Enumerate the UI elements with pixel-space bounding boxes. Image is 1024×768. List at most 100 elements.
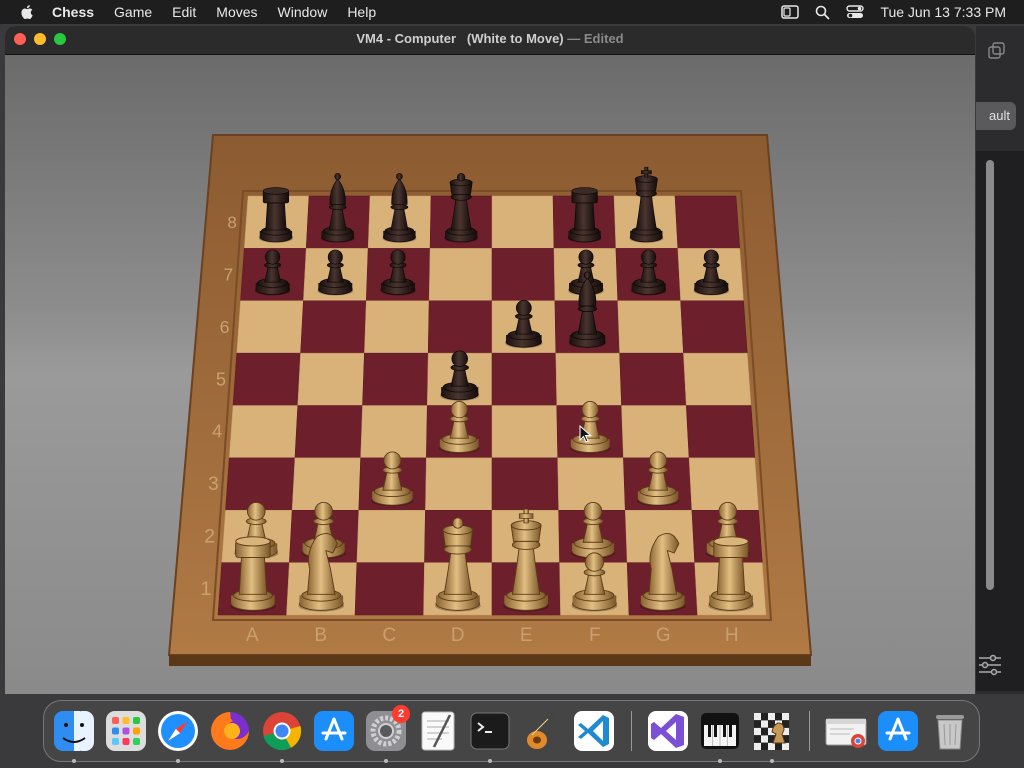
- square-h3[interactable]: [688, 457, 759, 511]
- apple-logo-icon[interactable]: [18, 3, 36, 21]
- window-edited-label: Edited: [583, 31, 624, 46]
- finder-icon[interactable]: [52, 709, 96, 763]
- running-indicator: [384, 759, 388, 763]
- file-label: E: [520, 625, 533, 646]
- square-h4[interactable]: [685, 405, 756, 459]
- menu-bar: Chess Game Edit Moves Window Help Tue Ju…: [0, 0, 1024, 24]
- terminal-icon[interactable]: [468, 709, 512, 763]
- control-center-icon[interactable]: [846, 5, 865, 19]
- window-title-status: (White to Move): [466, 31, 564, 46]
- visual-studio-icon[interactable]: [646, 709, 690, 753]
- launchpad-icon[interactable]: [104, 709, 148, 753]
- menu-edit[interactable]: Edit: [172, 0, 196, 24]
- title-bar[interactable]: VM4 - Computer (White to Move) — Edited: [5, 26, 975, 55]
- file-label: D: [451, 625, 465, 646]
- square-d6[interactable]: [427, 300, 493, 354]
- square-a6[interactable]: [236, 300, 304, 354]
- square-c1[interactable]: [354, 562, 425, 616]
- copy-icon[interactable]: [988, 42, 1006, 60]
- firefox-icon[interactable]: [208, 709, 252, 753]
- file-label: B: [314, 625, 327, 646]
- menu-app-name[interactable]: Chess: [52, 0, 94, 24]
- dock: 2: [43, 700, 980, 763]
- piano-icon[interactable]: [698, 709, 742, 763]
- square-a4[interactable]: [228, 405, 299, 459]
- square-a3[interactable]: [225, 457, 296, 511]
- file-label: C: [382, 625, 396, 646]
- file-label: F: [589, 625, 601, 646]
- rank-label: 7: [224, 265, 234, 285]
- square-b4[interactable]: [294, 405, 363, 459]
- search-icon[interactable]: [815, 5, 831, 20]
- scrollbar[interactable]: [986, 160, 994, 590]
- square-c6[interactable]: [364, 300, 430, 354]
- app-store-icon[interactable]: [312, 709, 356, 753]
- square-c5[interactable]: [362, 352, 429, 406]
- rank-label: 2: [204, 525, 215, 547]
- rank-label: 5: [216, 369, 226, 389]
- file-label: H: [725, 625, 739, 646]
- square-g6[interactable]: [617, 300, 684, 354]
- running-indicator: [718, 759, 722, 763]
- notification-badge: 2: [392, 705, 410, 723]
- dock-separator: [809, 711, 810, 751]
- default-button[interactable]: ault: [976, 102, 1016, 130]
- system-settings-icon[interactable]: 2: [364, 705, 410, 763]
- chess-board-3d[interactable]: 8 7 6 5 4 3 2 1 A B C D E F G H: [5, 55, 975, 694]
- square-f5[interactable]: [555, 352, 622, 406]
- square-e3[interactable]: [491, 457, 559, 511]
- window-title-main: VM4 - Computer: [356, 31, 457, 46]
- square-b5[interactable]: [297, 352, 365, 406]
- file-label: G: [656, 625, 671, 646]
- rank-label: 3: [208, 474, 219, 495]
- menu-help[interactable]: Help: [347, 0, 376, 24]
- menu-moves[interactable]: Moves: [216, 0, 257, 24]
- rank-label: 1: [200, 578, 211, 600]
- square-d3[interactable]: [425, 457, 493, 511]
- menu-clock[interactable]: Tue Jun 13 7:33 PM: [880, 4, 1006, 20]
- square-c4[interactable]: [360, 405, 428, 459]
- background-window[interactable]: ault: [976, 26, 1024, 694]
- garageband-icon[interactable]: [520, 709, 564, 753]
- window-title: VM4 - Computer (White to Move) — Edited: [5, 31, 975, 46]
- running-indicator: [72, 759, 76, 763]
- square-e7[interactable]: [491, 248, 556, 301]
- running-indicator: [176, 759, 180, 763]
- rank-label: 4: [212, 421, 222, 442]
- rank-label: 8: [227, 213, 236, 232]
- chrome-icon[interactable]: [260, 709, 304, 763]
- square-e5[interactable]: [491, 352, 558, 406]
- vscode-icon[interactable]: [572, 709, 616, 753]
- square-e4[interactable]: [491, 405, 558, 459]
- board-scene[interactable]: 8 7 6 5 4 3 2 1 A B C D E F G H: [5, 55, 975, 694]
- textedit-icon[interactable]: [416, 709, 460, 753]
- square-g5[interactable]: [619, 352, 687, 406]
- side-panel: [976, 151, 1024, 691]
- window-title-separator: —: [567, 31, 581, 46]
- square-h5[interactable]: [683, 352, 752, 406]
- square-c2[interactable]: [356, 510, 426, 563]
- display-icon[interactable]: [781, 5, 800, 19]
- app-store-2-icon[interactable]: [876, 709, 920, 753]
- file-label: A: [246, 625, 259, 646]
- chess-app-icon[interactable]: [750, 709, 794, 763]
- menu-window[interactable]: Window: [278, 0, 328, 24]
- chess-window: VM4 - Computer (White to Move) — Edited: [5, 26, 975, 694]
- running-indicator: [770, 759, 774, 763]
- square-h8[interactable]: [674, 195, 741, 249]
- square-h6[interactable]: [680, 300, 748, 354]
- square-g4[interactable]: [621, 405, 690, 459]
- safari-icon[interactable]: [156, 709, 200, 763]
- square-a5[interactable]: [232, 352, 301, 406]
- square-b6[interactable]: [300, 300, 367, 354]
- square-d7[interactable]: [428, 248, 493, 301]
- dock-separator: [631, 711, 632, 751]
- running-indicator: [488, 759, 492, 763]
- board-frame-edge: [169, 655, 811, 666]
- menu-game[interactable]: Game: [114, 0, 152, 24]
- window-thumbnail-icon[interactable]: [824, 709, 868, 753]
- square-e8[interactable]: [491, 195, 555, 249]
- trash-icon[interactable]: [928, 709, 972, 753]
- sliders-icon[interactable]: [978, 654, 1002, 676]
- rank-label: 6: [220, 317, 230, 337]
